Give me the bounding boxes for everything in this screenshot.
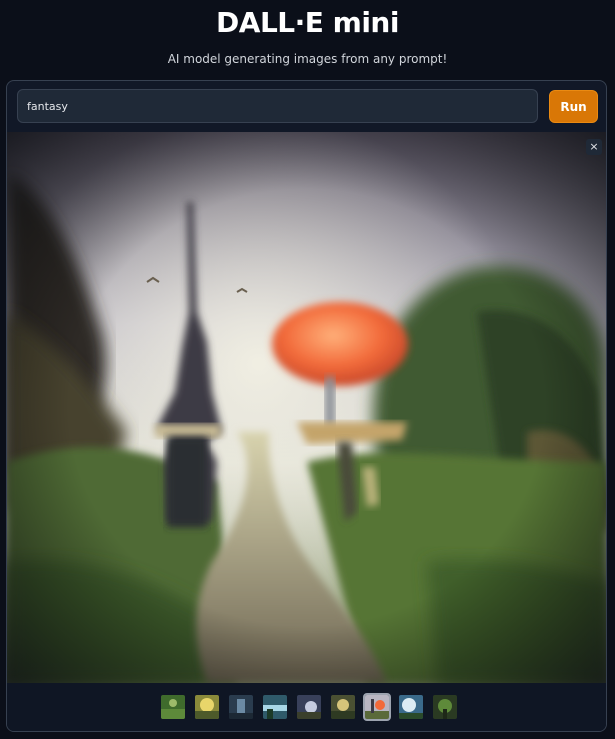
prompt-row: Run: [7, 81, 606, 133]
thumbnail[interactable]: [195, 695, 219, 719]
page-subtitle: AI model generating images from any prom…: [167, 52, 448, 66]
thumbnail[interactable]: [229, 695, 253, 719]
thumbnail[interactable]: [331, 695, 355, 719]
generated-image-art: [7, 132, 606, 683]
generated-image: [7, 132, 606, 683]
run-button[interactable]: Run: [549, 90, 598, 123]
main-panel: Run: [6, 80, 607, 732]
page-title: DALL·E mini: [216, 6, 399, 39]
app-page: DALL·E mini AI model generating images f…: [0, 0, 615, 739]
thumbnail-strip: [7, 683, 606, 731]
thumbnail[interactable]: [263, 695, 287, 719]
close-icon[interactable]: ×: [586, 139, 602, 155]
thumbnail[interactable]: [297, 695, 321, 719]
thumbnail-selected[interactable]: [363, 693, 391, 721]
thumbnail[interactable]: [433, 695, 457, 719]
prompt-input[interactable]: [17, 89, 538, 123]
thumbnail[interactable]: [399, 695, 423, 719]
thumbnail[interactable]: [161, 695, 185, 719]
